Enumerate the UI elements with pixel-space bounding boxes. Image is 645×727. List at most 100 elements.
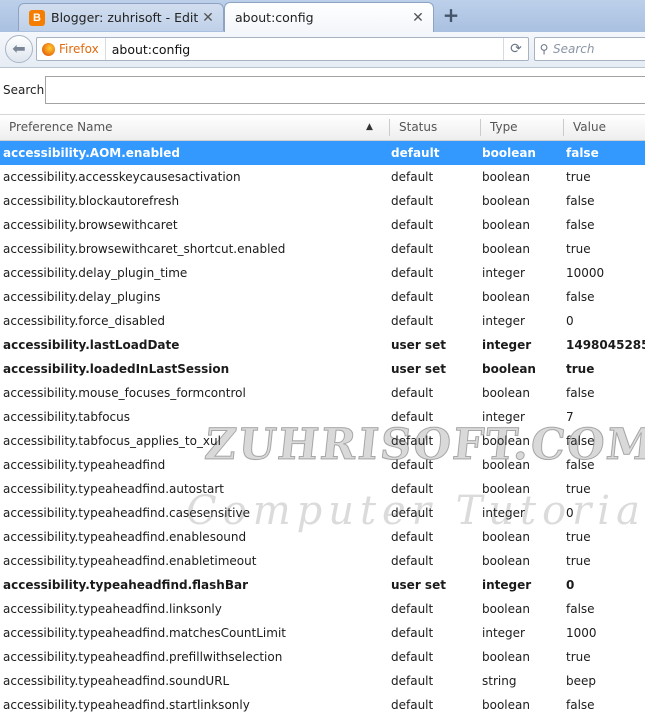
table-row[interactable]: accessibility.AOM.enabled default boolean f… <box>0 141 645 165</box>
back-arrow-icon[interactable]: ⬅ <box>5 35 33 63</box>
pref-status: default <box>391 266 434 280</box>
pref-name: accessibility.blockautorefresh <box>3 194 180 208</box>
pref-name: accessibility.typeaheadfind.prefillwiths… <box>3 650 283 664</box>
pref-status: default <box>391 314 434 328</box>
table-row[interactable]: accessibility.typeaheadfind.prefillwiths… <box>0 645 645 669</box>
table-body: accessibility.AOM.enabled default boolean f… <box>0 141 645 717</box>
pref-value: false <box>566 194 595 208</box>
pref-name: accessibility.typeaheadfind.startlinkson… <box>3 698 250 712</box>
table-header: Preference Name ▲ Status Type Value <box>0 114 645 141</box>
pref-name: accessibility.typeaheadfind.autostart <box>3 482 224 496</box>
pref-value: true <box>566 530 591 544</box>
table-row[interactable]: accessibility.typeaheadfind.enabletimeou… <box>0 549 645 573</box>
site-identity-button[interactable]: Firefox <box>37 38 106 60</box>
table-row[interactable]: accessibility.typeaheadfind.matchesCount… <box>0 621 645 645</box>
table-row[interactable]: accessibility.accesskeycausesactivation d… <box>0 165 645 189</box>
pref-status: default <box>391 602 434 616</box>
tab-blogger[interactable]: B Blogger: zuhrisoft - Edit entri ✕ <box>18 3 224 31</box>
pref-status: default <box>391 218 434 232</box>
table-row[interactable]: accessibility.browsewithcaret_shortcut.e… <box>0 237 645 261</box>
pref-status: default <box>391 650 434 664</box>
pref-type: boolean <box>482 146 536 160</box>
pref-status: default <box>391 386 434 400</box>
pref-name: accessibility.browsewithcaret <box>3 218 178 232</box>
pref-name: accessibility.typeaheadfind <box>3 458 166 472</box>
table-row[interactable]: accessibility.typeaheadfind.casesensitiv… <box>0 501 645 525</box>
pref-value: false <box>566 218 595 232</box>
table-row[interactable]: accessibility.typeaheadfind.soundURL defa… <box>0 669 645 693</box>
pref-type: integer <box>482 338 532 352</box>
table-row[interactable]: accessibility.blockautorefresh default boo… <box>0 189 645 213</box>
search-icon: ⚲ <box>539 42 549 56</box>
pref-status: default <box>391 290 434 304</box>
url-input[interactable]: about:config <box>106 42 503 57</box>
pref-type: integer <box>482 410 525 424</box>
pref-value: 10000 <box>566 266 605 280</box>
table-row[interactable]: accessibility.loadedInLastSession user se… <box>0 357 645 381</box>
web-search-box[interactable]: ⚲ Search <box>534 37 645 61</box>
pref-type: boolean <box>482 650 530 664</box>
table-row[interactable]: accessibility.typeaheadfind default boolea… <box>0 453 645 477</box>
table-row[interactable]: accessibility.typeaheadfind.enablesound d… <box>0 525 645 549</box>
sort-ascending-icon: ▲ <box>366 122 373 132</box>
pref-value: false <box>566 434 595 448</box>
table-row[interactable]: accessibility.force_disabled default integ… <box>0 309 645 333</box>
pref-status: default <box>391 554 434 568</box>
table-row[interactable]: accessibility.tabfocus default integer 7 <box>0 405 645 429</box>
pref-status: default <box>391 242 434 256</box>
navigation-toolbar: ⬅ Firefox about:config ⟳ ⚲ Search <box>0 32 645 68</box>
pref-status: default <box>391 194 434 208</box>
table-row[interactable]: accessibility.delay_plugins default boolea… <box>0 285 645 309</box>
pref-value: true <box>566 362 595 376</box>
table-row[interactable]: accessibility.typeaheadfind.linksonly def… <box>0 597 645 621</box>
column-header-status[interactable]: Status <box>390 115 480 140</box>
pref-name: accessibility.typeaheadfind.enablesound <box>3 530 247 544</box>
pref-value: false <box>566 602 595 616</box>
pref-status: user set <box>391 578 446 592</box>
column-header-type[interactable]: Type <box>481 115 563 140</box>
table-row[interactable]: accessibility.lastLoadDate user set intege… <box>0 333 645 357</box>
pref-value: false <box>566 290 595 304</box>
filter-row: Search: <box>0 76 645 104</box>
pref-value: false <box>566 458 595 472</box>
close-icon[interactable]: ✕ <box>411 11 425 25</box>
search-placeholder: Search <box>553 42 595 56</box>
pref-value: 1498045285 <box>566 338 645 352</box>
url-bar[interactable]: Firefox about:config ⟳ <box>36 37 529 61</box>
table-row[interactable]: accessibility.mouse_focuses_formcontrol d… <box>0 381 645 405</box>
table-row[interactable]: accessibility.typeaheadfind.flashBar user… <box>0 573 645 597</box>
pref-type: string <box>482 674 517 688</box>
pref-type: boolean <box>482 458 530 472</box>
pref-value: true <box>566 170 591 184</box>
table-row[interactable]: accessibility.typeaheadfind.autostart def… <box>0 477 645 501</box>
tab-about-config[interactable]: about:config ✕ <box>224 2 434 32</box>
table-row[interactable]: accessibility.typeaheadfind.startlinkson… <box>0 693 645 717</box>
preferences-table: Preference Name ▲ Status Type Value acce… <box>0 114 645 717</box>
table-row[interactable]: accessibility.tabfocus_applies_to_xul def… <box>0 429 645 453</box>
pref-name: accessibility.typeaheadfind.soundURL <box>3 674 230 688</box>
pref-name: accessibility.loadedInLastSession <box>3 362 230 376</box>
pref-name: accessibility.typeaheadfind.matchesCount… <box>3 626 286 640</box>
pref-name: accessibility.typeaheadfind.linksonly <box>3 602 222 616</box>
pref-name: accessibility.delay_plugins <box>3 290 161 304</box>
pref-type: integer <box>482 626 525 640</box>
pref-value: true <box>566 482 591 496</box>
pref-value: 7 <box>566 410 574 424</box>
pref-type: boolean <box>482 434 530 448</box>
reload-icon[interactable]: ⟳ <box>503 38 528 60</box>
blogger-icon: B <box>29 9 45 26</box>
column-header-name[interactable]: Preference Name <box>0 115 389 140</box>
pref-name: accessibility.typeaheadfind.enabletimeou… <box>3 554 257 568</box>
pref-name: accessibility.AOM.enabled <box>3 146 181 160</box>
pref-type: boolean <box>482 170 530 184</box>
pref-name: accessibility.tabfocus <box>3 410 130 424</box>
close-icon[interactable]: ✕ <box>201 11 215 25</box>
table-row[interactable]: accessibility.browsewithcaret default bool… <box>0 213 645 237</box>
pref-type: integer <box>482 506 525 520</box>
plus-icon[interactable]: + <box>441 5 461 25</box>
column-header-value[interactable]: Value <box>564 115 645 140</box>
preference-search-input[interactable] <box>45 76 645 104</box>
table-row[interactable]: accessibility.delay_plugin_time default in… <box>0 261 645 285</box>
pref-type: boolean <box>482 698 530 712</box>
pref-status: user set <box>391 362 446 376</box>
